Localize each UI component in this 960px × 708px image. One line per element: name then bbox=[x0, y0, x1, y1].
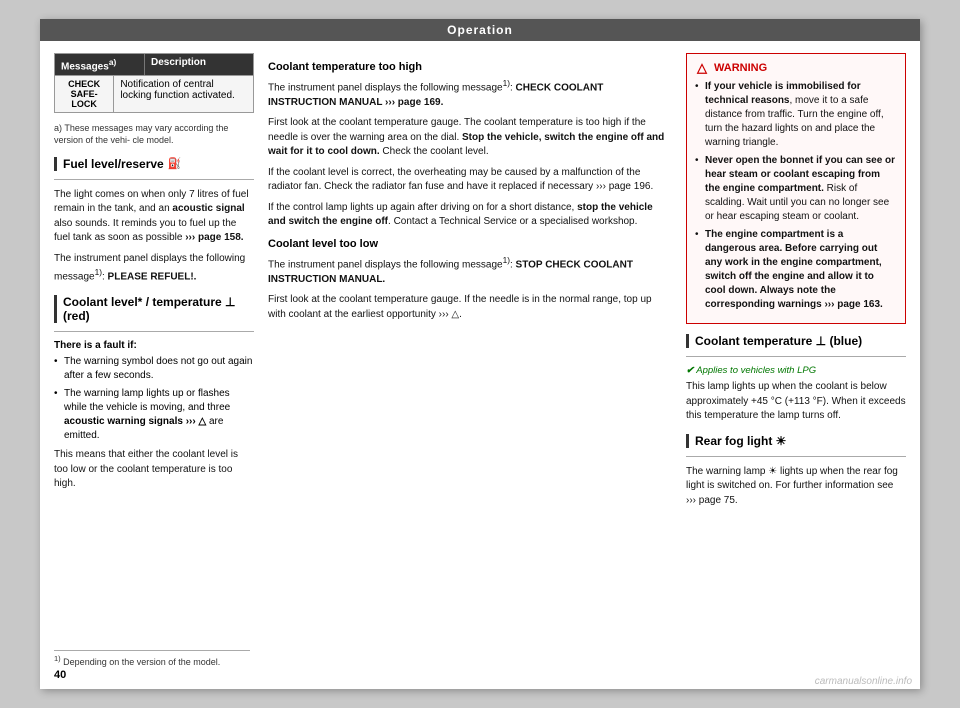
messages-table: Messagesa) Description CHECK SAFE-LOCK N… bbox=[54, 53, 254, 113]
footnote-bottom: 1) Depending on the version of the model… bbox=[54, 650, 250, 669]
warning-title: △ WARNING bbox=[695, 61, 897, 75]
divider4 bbox=[686, 456, 906, 457]
mid-column: Coolant temperature too high The instrum… bbox=[268, 53, 672, 677]
rear-fog-heading: Rear fog light ☀ bbox=[686, 434, 906, 448]
coolant-blue-text: This lamp lights up when the coolant is … bbox=[686, 380, 906, 424]
coolant-blue-heading: Coolant temperature ⊥ (blue) bbox=[686, 334, 906, 348]
divider bbox=[54, 179, 254, 180]
warning-box: △ WARNING If your vehicle is immobilised… bbox=[686, 53, 906, 324]
cell-check-safe-lock: CHECK SAFE-LOCK bbox=[55, 76, 114, 112]
coolant-too-low-heading: Coolant level too low bbox=[268, 238, 672, 250]
right-column: △ WARNING If your vehicle is immobilised… bbox=[686, 53, 906, 677]
table-row: CHECK SAFE-LOCK Notification of central … bbox=[55, 75, 253, 112]
watermark: carmanualsonline.info bbox=[815, 676, 912, 687]
footnote-a: a) These messages may vary according the… bbox=[54, 123, 254, 146]
fault-label: There is a fault if: bbox=[54, 340, 254, 351]
header-title: Operation bbox=[447, 23, 513, 37]
coolant-red-heading: Coolant level* / temperature ⊥ (red) bbox=[54, 295, 254, 323]
fault-summary: This means that either the coolant level… bbox=[54, 448, 254, 492]
divider2 bbox=[54, 331, 254, 332]
coolant-high-p2: First look at the coolant temperature ga… bbox=[268, 116, 672, 160]
fault-bullet-2: The warning lamp lights up or flashes wh… bbox=[54, 387, 254, 443]
table-header-row: Messagesa) Description bbox=[55, 54, 253, 75]
warning-label: WARNING bbox=[714, 62, 767, 74]
col-description: Description bbox=[145, 54, 212, 75]
fuel-icon: ⛽ bbox=[168, 157, 182, 170]
coolant-low-p1: The instrument panel displays the follow… bbox=[268, 254, 672, 287]
left-column: Messagesa) Description CHECK SAFE-LOCK N… bbox=[54, 53, 254, 677]
divider3 bbox=[686, 356, 906, 357]
coolant-too-high-heading: Coolant temperature too high bbox=[268, 61, 672, 73]
coolant-low-p2: First look at the coolant temperature ga… bbox=[268, 293, 672, 322]
coolant-high-p4: If the control lamp lights up again afte… bbox=[268, 201, 672, 230]
cell-description: Notification of central locking function… bbox=[114, 76, 253, 112]
warning-bullet-2: Never open the bonnet if you can see or … bbox=[695, 154, 897, 224]
rear-fog-text: The warning lamp ☀ lights up when the re… bbox=[686, 465, 906, 509]
page-number: 40 bbox=[54, 669, 66, 681]
warning-bullet-1: If your vehicle is immobilised for techn… bbox=[695, 80, 897, 150]
col-messages: Messagesa) bbox=[55, 54, 145, 75]
fuel-level-heading: Fuel level/reserve ⛽ bbox=[54, 157, 254, 171]
coolant-blue-label: Coolant temperature ⊥ (blue) bbox=[695, 334, 862, 348]
fuel-level-label: Fuel level/reserve bbox=[63, 157, 164, 171]
coolant-red-label: Coolant level* / temperature ⊥ (red) bbox=[63, 295, 254, 323]
coolant-high-p3: If the coolant level is correct, the ove… bbox=[268, 166, 672, 195]
warning-bullet-3: The engine compartment is a dangerous ar… bbox=[695, 228, 897, 312]
fuel-message-text: The instrument panel displays the follow… bbox=[54, 252, 254, 285]
page-header: Operation bbox=[40, 19, 920, 41]
lpg-note: ✔ Applies to vehicles with LPG bbox=[686, 365, 906, 376]
fault-bullet-1: The warning symbol does not go out again… bbox=[54, 355, 254, 383]
fuel-text: The light comes on when only 7 litres of… bbox=[54, 188, 254, 246]
page: Operation Messagesa) Description CHECK S… bbox=[40, 19, 920, 689]
rear-fog-label: Rear fog light ☀ bbox=[695, 434, 786, 448]
warning-triangle-icon: △ bbox=[695, 61, 709, 75]
coolant-high-p1: The instrument panel displays the follow… bbox=[268, 77, 672, 110]
